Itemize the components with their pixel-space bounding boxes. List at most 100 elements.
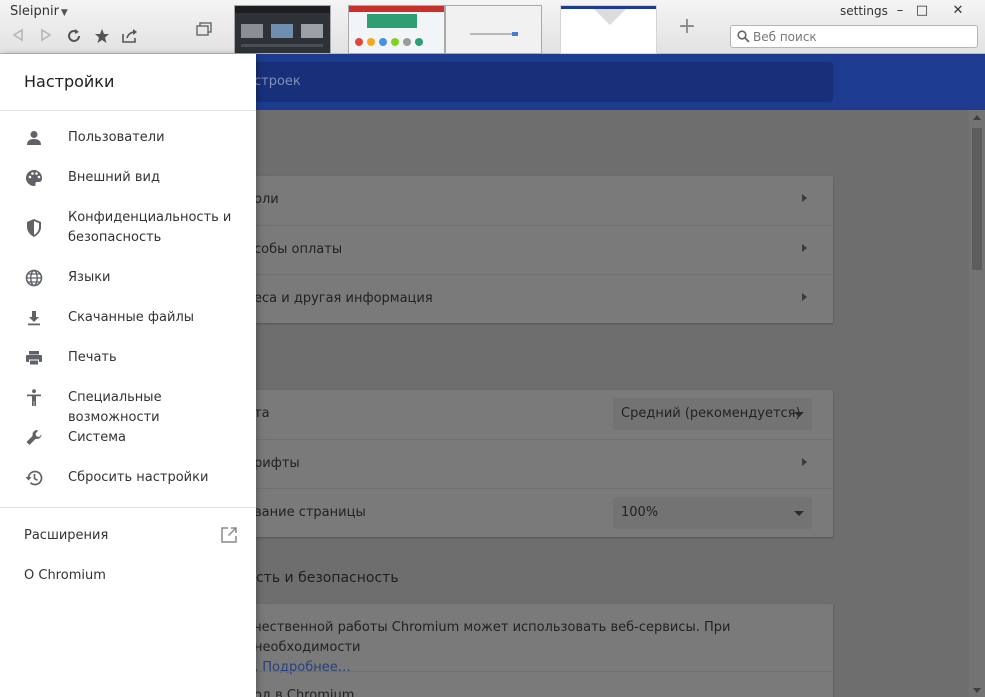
close-button[interactable]: ✕ <box>948 2 968 20</box>
scroll-down-icon[interactable] <box>973 688 981 693</box>
tab-list-button[interactable] <box>196 22 212 36</box>
row-label: рифты <box>254 456 300 471</box>
divider <box>0 507 256 508</box>
row-label: оли <box>254 192 279 207</box>
thumbnail-preview-icon <box>349 6 444 46</box>
forward-arrow-icon <box>41 28 52 42</box>
tab-thumbnail[interactable] <box>234 5 331 54</box>
brand-label: Sleipnir <box>10 4 59 19</box>
settings-row: та Средний (рекомендуется) <box>230 390 833 439</box>
web-search-input[interactable] <box>753 28 973 45</box>
row-label: собы оплаты <box>254 242 343 257</box>
privacy-desc-text: чественной работы Chromium может использ… <box>254 620 731 655</box>
scroll-up-icon[interactable] <box>973 115 981 120</box>
dropdown-arrow-icon <box>794 412 804 417</box>
page-scrollbar[interactable] <box>969 110 985 697</box>
row-label: еса и другая информация <box>254 291 433 306</box>
window-title: settings <box>840 4 888 18</box>
autofill-card: оли собы оплаты еса и другая информация <box>230 176 833 323</box>
row-label: од в Chromium <box>254 688 355 697</box>
back-arrow-icon <box>12 28 23 42</box>
star-icon <box>95 29 109 43</box>
select-value: 100% <box>621 505 659 520</box>
privacy-description: чественной работы Chromium может использ… <box>254 618 814 678</box>
drawer-item-label: Печать <box>68 350 117 365</box>
share-button[interactable] <box>120 26 140 46</box>
download-icon <box>24 308 44 328</box>
back-button[interactable] <box>8 26 28 46</box>
tab-thumbnail[interactable] <box>445 5 542 54</box>
drawer-item-users[interactable]: Пользователи <box>0 128 256 148</box>
settings-row[interactable]: собы оплаты <box>230 225 833 274</box>
palette-icon <box>24 168 44 188</box>
drawer-item-extensions[interactable]: Расширения <box>0 526 256 546</box>
appearance-card: та Средний (рекомендуется) рифты вание с… <box>230 390 833 537</box>
drawer-item-reset[interactable]: Сбросить настройки <box>0 468 256 488</box>
settings-row: вание страницы 100% <box>230 488 833 537</box>
drawer-item-print[interactable]: Печать <box>0 348 256 368</box>
drawer-item-system[interactable]: Система <box>0 428 256 448</box>
thumbnail-preview-icon <box>235 6 330 47</box>
drawer-title: Настройки <box>24 72 115 91</box>
page-zoom-select[interactable]: 100% <box>613 497 812 529</box>
drawer-item-label: Пользователи <box>68 130 165 145</box>
settings-drawer: Настройки Пользователи Внешний вид Конфи… <box>0 54 256 697</box>
drawer-item-label: Скачанные файлы <box>68 310 195 325</box>
reload-icon <box>68 29 80 42</box>
divider <box>0 110 256 111</box>
open-in-new-icon <box>220 526 238 544</box>
drawer-item-about[interactable]: О Chromium <box>0 566 256 586</box>
globe-icon <box>24 268 44 288</box>
settings-search-placeholder: строек <box>254 74 301 89</box>
app-menu-button[interactable]: Sleipnir ▼ <box>10 4 68 19</box>
settings-row[interactable]: оли <box>230 176 833 225</box>
drawer-item-label: Сбросить настройки <box>68 470 209 485</box>
settings-row[interactable]: од в Chromium <box>230 671 833 697</box>
forward-button[interactable] <box>36 26 56 46</box>
drawer-item-label: Внешний вид <box>68 170 160 185</box>
chevron-right-icon <box>802 244 807 252</box>
drawer-item-downloads[interactable]: Скачанные файлы <box>0 308 256 328</box>
settings-search-field[interactable]: строек <box>230 62 833 102</box>
drawer-item-label: Специальные возможности <box>68 390 162 425</box>
chevron-right-icon <box>802 293 807 301</box>
maximize-button[interactable]: □ <box>912 2 932 20</box>
shield-icon <box>24 218 44 238</box>
caret-down-icon: ▼ <box>60 8 68 18</box>
drawer-item-label: Конфиденциальность и <box>68 210 232 225</box>
browser-toolbar: Sleipnir ▼ + settings – □ ✕ <box>0 0 985 54</box>
dropdown-arrow-icon <box>794 511 804 516</box>
select-value: Средний (рекомендуется) <box>621 406 801 421</box>
drawer-item-label: Расширения <box>24 528 109 543</box>
reload-button[interactable] <box>64 26 84 46</box>
search-icon <box>737 30 750 43</box>
settings-row[interactable]: рифты <box>230 439 833 488</box>
drawer-item-label-line2: безопасность <box>68 230 162 245</box>
chevron-right-icon <box>802 458 807 466</box>
drawer-item-accessibility[interactable]: Специальные возможности <box>0 388 256 425</box>
bookmark-button[interactable] <box>92 26 112 46</box>
font-size-select[interactable]: Средний (рекомендуется) <box>613 398 812 430</box>
wrench-icon <box>24 428 44 448</box>
minimize-button[interactable]: – <box>890 2 910 20</box>
privacy-card: чественной работы Chromium может использ… <box>230 604 833 697</box>
share-icon <box>122 29 137 43</box>
drawer-item-appearance[interactable]: Внешний вид <box>0 168 256 188</box>
row-label: та <box>254 406 270 421</box>
web-search-box[interactable] <box>730 25 978 48</box>
row-label: вание страницы <box>254 505 366 520</box>
printer-icon <box>24 348 44 368</box>
drawer-item-label: Языки <box>68 270 111 285</box>
scroll-thumb[interactable] <box>972 128 982 270</box>
history-icon <box>24 468 44 488</box>
active-tab-indicator <box>594 9 626 25</box>
new-tab-button[interactable]: + <box>677 16 697 38</box>
accessibility-icon <box>24 388 44 408</box>
drawer-item-label: О Chromium <box>24 568 106 583</box>
drawer-item-label: Система <box>68 430 127 445</box>
drawer-item-privacy[interactable]: Конфиденциальность и безопасность <box>0 208 256 248</box>
tab-thumbnail[interactable] <box>348 5 445 54</box>
drawer-item-languages[interactable]: Языки <box>0 268 256 288</box>
settings-row[interactable]: еса и другая информация <box>230 274 833 323</box>
person-icon <box>24 128 44 148</box>
